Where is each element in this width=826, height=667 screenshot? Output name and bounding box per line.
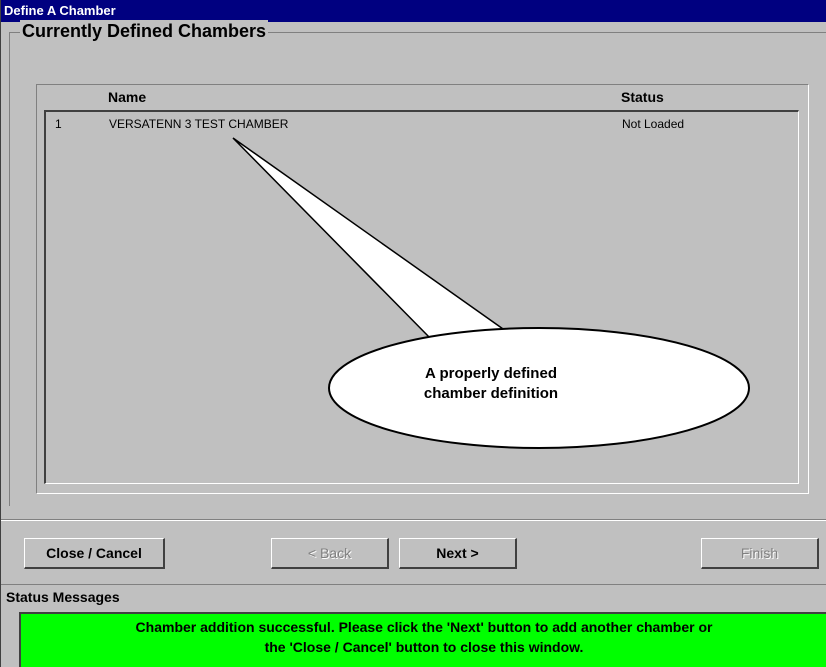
next-button[interactable]: Next > [399,538,517,569]
back-button[interactable]: < Back [271,538,389,569]
status-message-panel: Chamber addition successful. Please clic… [19,612,826,667]
divider [1,519,826,521]
callout-text: A properly defined chamber definition [403,364,579,404]
status-messages-label: Status Messages [1,584,826,608]
callout-pointer [232,137,516,341]
back-button-label: < Back [307,545,352,561]
define-chamber-window: Define A Chamber Currently Defined Chamb… [0,0,826,667]
close-cancel-button[interactable]: Close / Cancel [24,538,165,569]
callout-line-1: A properly defined [425,365,557,382]
status-message-line-2: the 'Close / Cancel' button to close thi… [264,639,584,655]
finish-button-label: Finish [740,545,779,561]
finish-button[interactable]: Finish [701,538,819,569]
status-message-line-1: Chamber addition successful. Please clic… [135,619,713,635]
callout-line-2: chamber definition [423,385,559,402]
